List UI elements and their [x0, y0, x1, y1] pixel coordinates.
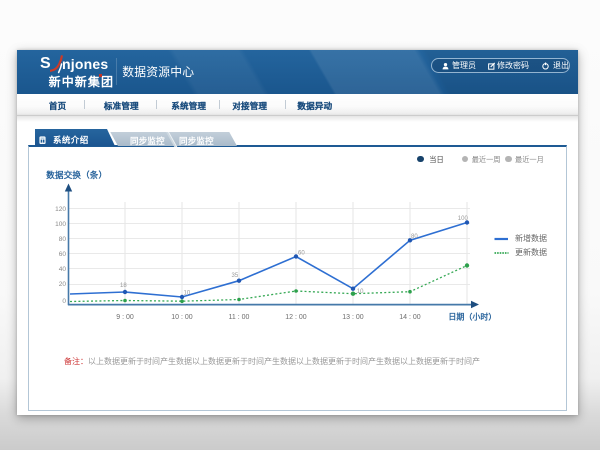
svg-text:120: 120 — [55, 206, 66, 213]
svg-text:10: 10 — [357, 289, 364, 295]
svg-text:35: 35 — [232, 273, 239, 279]
svg-text:13 : 00: 13 : 00 — [342, 314, 364, 321]
svg-text:0: 0 — [62, 298, 66, 305]
svg-text:60: 60 — [59, 251, 67, 258]
svg-text:18: 18 — [120, 283, 127, 289]
svg-text:100: 100 — [458, 216, 469, 222]
svg-text:60: 60 — [298, 251, 305, 257]
svg-text:80: 80 — [59, 236, 67, 243]
svg-text:11 : 00: 11 : 00 — [229, 314, 250, 321]
svg-text:9 : 00: 9 : 00 — [116, 314, 134, 321]
svg-text:日期（小时）: 日期（小时） — [448, 312, 496, 322]
svg-text:40: 40 — [59, 266, 67, 273]
svg-text:12 : 00: 12 : 00 — [285, 314, 307, 321]
svg-text:80: 80 — [411, 234, 418, 240]
svg-text:10: 10 — [184, 291, 191, 297]
svg-text:10 : 00: 10 : 00 — [171, 314, 193, 321]
svg-text:100: 100 — [55, 221, 66, 228]
svg-text:20: 20 — [59, 281, 67, 288]
svg-text:14 : 00: 14 : 00 — [399, 314, 421, 321]
